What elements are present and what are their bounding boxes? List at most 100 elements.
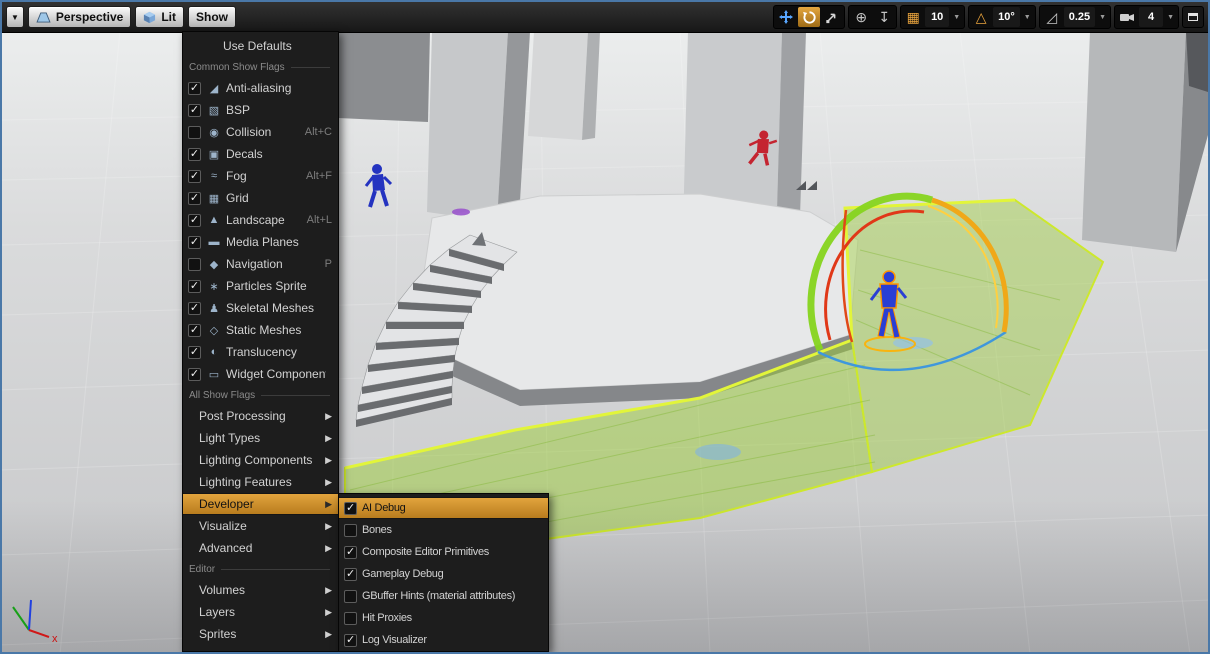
- toolbar-right-cluster: ⊕ ↧ ▦ 10 ▼ △ 10° ▼: [773, 5, 1204, 29]
- menu-item-composite-editor-primitives[interactable]: ✓ Composite Editor Primitives: [339, 541, 548, 563]
- scale-snap-value[interactable]: 0.25: [1064, 7, 1095, 27]
- show-menu-panel: Use Defaults Common Show Flags ✓ ◢ Anti-…: [182, 31, 339, 652]
- menu-item-bsp[interactable]: ✓ ▧ BSP: [183, 99, 338, 121]
- menu-item-navigation[interactable]: ◆ Navigation P: [183, 253, 338, 275]
- camera-icon: [1119, 11, 1135, 23]
- checkbox[interactable]: ✓: [344, 546, 357, 559]
- checkbox[interactable]: ✓: [188, 170, 201, 183]
- move-tool-icon: [778, 9, 794, 25]
- menu-item-sprites[interactable]: Sprites ▶: [183, 623, 338, 645]
- checkbox[interactable]: ✓: [188, 148, 201, 161]
- particles-sprite-icon: ∗: [206, 280, 222, 293]
- submenu-arrow-icon: ▶: [325, 433, 332, 444]
- rotation-snap-value[interactable]: 10°: [993, 7, 1020, 27]
- surface-snap-icon: ↧: [878, 9, 890, 26]
- checkbox[interactable]: ✓: [188, 302, 201, 315]
- menu-item-translucency[interactable]: ✓ ◐ Translucency: [183, 341, 338, 363]
- show-menu-button[interactable]: Show: [188, 6, 236, 28]
- rotate-tool-button[interactable]: [798, 7, 820, 27]
- menu-item-advanced[interactable]: Advanced ▶: [183, 537, 338, 559]
- lit-label: Lit: [161, 10, 176, 24]
- menu-item-post-processing[interactable]: Post Processing ▶: [183, 405, 338, 427]
- camera-speed-button[interactable]: [1116, 7, 1138, 27]
- world-coordinate-button[interactable]: ⊕: [850, 7, 872, 27]
- menu-item-landscape[interactable]: ✓ ▲ Landscape Alt+L: [183, 209, 338, 231]
- menu-item-volumes[interactable]: Volumes ▶: [183, 579, 338, 601]
- checkbox[interactable]: ✓: [188, 192, 201, 205]
- menu-item-gameplay-debug[interactable]: ✓ Gameplay Debug: [339, 563, 548, 585]
- menu-item-light-types[interactable]: Light Types ▶: [183, 427, 338, 449]
- section-header-common-show-flags: Common Show Flags: [183, 57, 338, 77]
- grid-snap-value[interactable]: 10: [925, 7, 949, 27]
- checkbox[interactable]: [188, 126, 201, 139]
- checkbox[interactable]: ✓: [188, 324, 201, 337]
- scale-snap-toggle[interactable]: ◿: [1041, 7, 1063, 27]
- surface-snapping-button[interactable]: ↧: [873, 7, 895, 27]
- rotation-snap-icon: △: [976, 9, 987, 26]
- rotation-snap-dropdown[interactable]: ▼: [1021, 14, 1034, 21]
- grid-snap-dropdown[interactable]: ▼: [950, 14, 963, 21]
- menu-item-particles-sprite[interactable]: ✓ ∗ Particles Sprite: [183, 275, 338, 297]
- bsp-icon: ▧: [206, 104, 222, 117]
- menu-item-layers[interactable]: Layers ▶: [183, 601, 338, 623]
- debug-marker-purple: [452, 209, 470, 216]
- menu-item-label: Use Defaults: [223, 39, 332, 53]
- checkbox[interactable]: [344, 612, 357, 625]
- menu-item-bones[interactable]: Bones: [339, 519, 548, 541]
- decals-icon: ▣: [206, 148, 222, 161]
- checkbox[interactable]: ✓: [188, 280, 201, 293]
- menu-item-visualize[interactable]: Visualize ▶: [183, 515, 338, 537]
- menu-item-use-defaults[interactable]: Use Defaults: [183, 35, 338, 57]
- widget-components-icon: ▭: [206, 368, 222, 381]
- rotation-snap-group: △ 10° ▼: [968, 5, 1036, 29]
- checkbox[interactable]: ✓: [188, 368, 201, 381]
- camera-speed-value[interactable]: 4: [1139, 7, 1163, 27]
- menu-item-collision[interactable]: ◉ Collision Alt+C: [183, 121, 338, 143]
- menu-item-decals[interactable]: ✓ ▣ Decals: [183, 143, 338, 165]
- menu-item-lighting-features[interactable]: Lighting Features ▶: [183, 471, 338, 493]
- debug-circle-floor: [695, 444, 741, 460]
- checkbox[interactable]: ✓: [344, 502, 357, 515]
- lit-mode-button[interactable]: Lit: [135, 6, 184, 28]
- checkbox[interactable]: [344, 524, 357, 537]
- globe-icon: ⊕: [855, 9, 867, 26]
- grid-snap-toggle[interactable]: ▦: [902, 7, 924, 27]
- rotation-snap-toggle[interactable]: △: [970, 7, 992, 27]
- section-header-editor: Editor: [183, 559, 338, 579]
- move-tool-button[interactable]: [775, 7, 797, 27]
- checkbox[interactable]: ✓: [188, 236, 201, 249]
- viewport-options-button[interactable]: ▼: [6, 6, 24, 28]
- menu-item-fog[interactable]: ✓ ≈ Fog Alt+F: [183, 165, 338, 187]
- checkbox[interactable]: ✓: [188, 82, 201, 95]
- checkbox[interactable]: [344, 590, 357, 603]
- axis-x-label: x: [52, 633, 58, 645]
- menu-item-hit-proxies[interactable]: Hit Proxies: [339, 607, 548, 629]
- camera-speed-dropdown[interactable]: ▼: [1164, 14, 1177, 21]
- scale-snap-dropdown[interactable]: ▼: [1096, 14, 1109, 21]
- checkbox[interactable]: ✓: [188, 214, 201, 227]
- menu-item-grid[interactable]: ✓ ▦ Grid: [183, 187, 338, 209]
- menu-item-ai-debug[interactable]: ✓ AI Debug: [339, 497, 548, 519]
- maximize-viewport-button[interactable]: [1182, 6, 1204, 28]
- menu-item-gbuffer-hints[interactable]: GBuffer Hints (material attributes): [339, 585, 548, 607]
- submenu-arrow-icon: ▶: [325, 629, 332, 640]
- checkbox[interactable]: ✓: [344, 568, 357, 581]
- menu-item-media-planes[interactable]: ✓ ▬ Media Planes: [183, 231, 338, 253]
- menu-item-skeletal-meshes[interactable]: ✓ ♟ Skeletal Meshes: [183, 297, 338, 319]
- checkbox[interactable]: ✓: [188, 346, 201, 359]
- menu-item-developer[interactable]: Developer ▶: [183, 493, 338, 515]
- anti-aliasing-icon: ◢: [206, 82, 222, 95]
- checkbox[interactable]: ✓: [344, 634, 357, 647]
- scale-tool-button[interactable]: [821, 7, 843, 27]
- static-meshes-icon: ◇: [206, 324, 222, 337]
- menu-item-log-visualizer[interactable]: ✓ Log Visualizer: [339, 629, 548, 651]
- menu-item-anti-aliasing[interactable]: ✓ ◢ Anti-aliasing: [183, 77, 338, 99]
- perspective-button[interactable]: Perspective: [28, 6, 131, 28]
- checkbox[interactable]: ✓: [188, 104, 201, 117]
- menu-item-widget-components[interactable]: ✓ ▭ Widget Components: [183, 363, 338, 385]
- submenu-arrow-icon: ▶: [325, 477, 332, 488]
- menu-item-lighting-components[interactable]: Lighting Components ▶: [183, 449, 338, 471]
- menu-item-static-meshes[interactable]: ✓ ◇ Static Meshes: [183, 319, 338, 341]
- lit-cube-icon: [143, 11, 156, 24]
- checkbox[interactable]: [188, 258, 201, 271]
